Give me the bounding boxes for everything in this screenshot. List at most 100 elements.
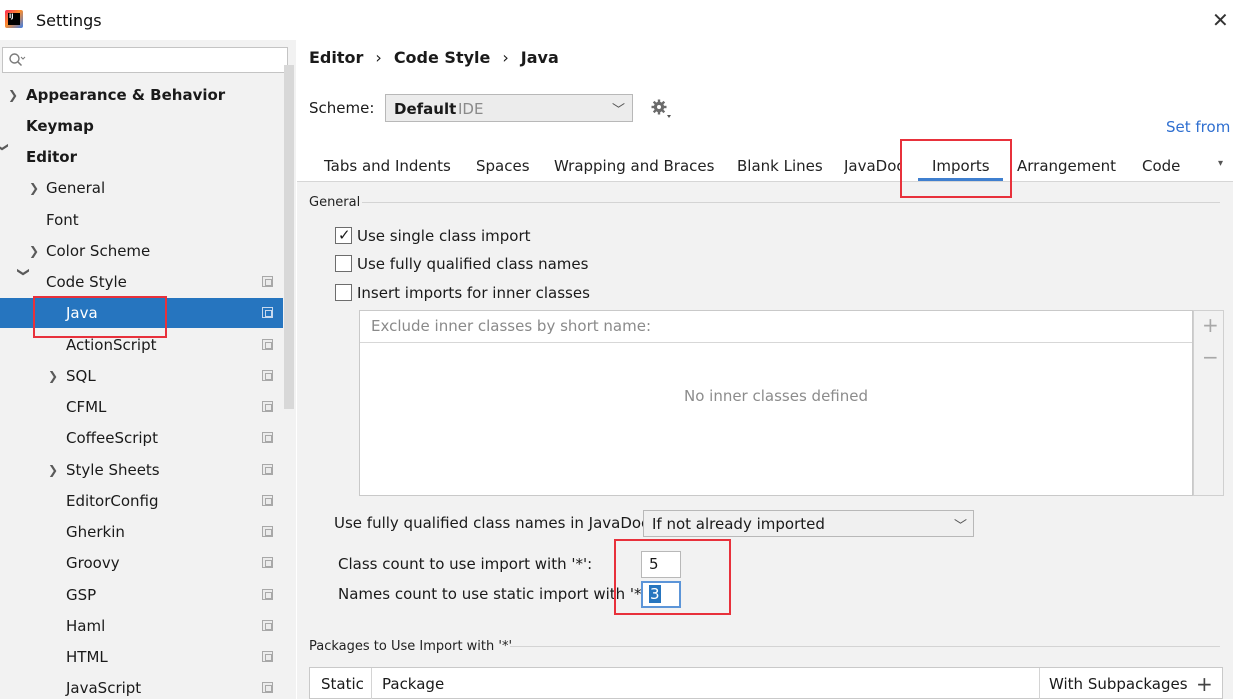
sidebar-item-label: CoffeeScript (66, 429, 158, 447)
app-logo-icon: IJ (5, 10, 23, 28)
names-count-label: Names count to use static import with '*… (338, 585, 651, 603)
project-scope-icon (262, 276, 273, 287)
chevron-right-icon: ❯ (8, 88, 19, 102)
sidebar-item-font[interactable]: Font (0, 205, 283, 235)
project-scope-icon (262, 651, 273, 662)
search-input[interactable] (2, 47, 288, 73)
sidebar-item-label: Style Sheets (66, 461, 160, 479)
project-scope-icon (262, 620, 273, 631)
checkbox-label: Use single class import (357, 227, 531, 245)
chevron-right-icon: ❯ (29, 181, 40, 195)
sidebar-item-editor[interactable]: ❯ Editor (0, 142, 283, 172)
project-scope-icon (262, 495, 273, 506)
exclude-list-header: Exclude inner classes by short name: (360, 311, 1192, 343)
sidebar-item-label: Color Scheme (46, 242, 151, 260)
sidebar-scrollbar[interactable] (284, 65, 294, 409)
checkbox-box[interactable] (335, 255, 352, 272)
chevron-down-icon: ﹀ (612, 103, 626, 118)
breadcrumb-item: Java (520, 48, 559, 67)
checkbox-box[interactable]: ✓ (335, 226, 352, 244)
remove-icon[interactable]: − (1202, 345, 1219, 369)
class-count-label: Class count to use import with '*': (338, 555, 593, 573)
breadcrumb-item[interactable]: Editor (309, 48, 363, 67)
sidebar-item-sql[interactable]: ❯ SQL (0, 361, 283, 391)
column-header-static[interactable]: Static (321, 675, 364, 693)
column-header-with-subpackages[interactable]: With Subpackages (1049, 675, 1188, 693)
sidebar-item-editorconfig[interactable]: EditorConfig (0, 486, 283, 516)
chevron-right-icon: ❯ (29, 244, 40, 258)
tabs-overflow-icon[interactable]: ▾ (1218, 158, 1223, 169)
project-scope-icon (262, 526, 273, 537)
sidebar-item-label: HTML (66, 648, 108, 666)
chevron-right-icon: ❯ (48, 463, 59, 477)
sidebar-item-label: Gherkin (66, 523, 125, 541)
checkbox-label: Insert imports for inner classes (357, 284, 590, 302)
sidebar-item-label: JavaScript (66, 679, 142, 697)
column-divider (1039, 668, 1040, 699)
sidebar-item-style-sheets[interactable]: ❯ Style Sheets (0, 455, 283, 485)
tab-code[interactable]: Code (1142, 157, 1180, 175)
sidebar-item-general[interactable]: ❯ General (0, 173, 283, 203)
checkbox-label: Use fully qualified class names (357, 255, 589, 273)
project-scope-icon (262, 432, 273, 443)
sidebar-item-label: Appearance & Behavior (26, 86, 226, 104)
sidebar-item-html[interactable]: HTML (0, 642, 283, 672)
exclude-inner-classes-list[interactable]: Exclude inner classes by short name: No … (359, 310, 1193, 496)
sidebar-item-label: Groovy (66, 554, 120, 572)
javadoc-label: Use fully qualified class names in JavaD… (334, 514, 655, 532)
general-section-title: General (309, 195, 361, 210)
highlight-box (33, 296, 167, 338)
breadcrumb-item[interactable]: Code Style (394, 48, 491, 67)
sidebar-item-appearance-behavior[interactable]: ❯ Appearance & Behavior (0, 80, 283, 110)
sidebar-item-gherkin[interactable]: Gherkin (0, 517, 283, 547)
checkbox-box[interactable] (335, 284, 352, 301)
scheme-type: IDE (458, 100, 484, 118)
sidebar-item-label: Keymap (26, 117, 94, 135)
window-title: Settings (36, 11, 102, 30)
scheme-label: Scheme: (309, 99, 375, 117)
sidebar-item-cfml[interactable]: CFML (0, 392, 283, 422)
sidebar-item-label: Haml (66, 617, 106, 635)
chevron-down-icon: ❯ (0, 142, 18, 152)
sidebar-item-label: SQL (66, 367, 96, 385)
sidebar-item-groovy[interactable]: Groovy (0, 548, 283, 578)
tab-wrapping-and-braces[interactable]: Wrapping and Braces (554, 157, 714, 175)
add-package-icon[interactable]: + (1196, 672, 1213, 696)
chevron-right-icon: ❯ (48, 369, 59, 383)
sidebar-item-gsp[interactable]: GSP (0, 580, 283, 610)
gear-icon[interactable] (650, 98, 672, 120)
javadoc-select-value: If not already imported (652, 515, 825, 533)
app-logo-text: IJ (8, 13, 20, 25)
scheme-select[interactable]: Default IDE ﹀ (385, 94, 633, 122)
javadoc-select[interactable]: If not already imported ﹀ (643, 510, 974, 537)
sidebar-item-haml[interactable]: Haml (0, 611, 283, 641)
sidebar-item-keymap[interactable]: Keymap (0, 111, 283, 141)
sidebar-item-label: CFML (66, 398, 107, 416)
sidebar-item-color-scheme[interactable]: ❯ Color Scheme (0, 236, 283, 266)
sidebar-item-code-style[interactable]: ❯ Code Style (0, 267, 283, 297)
project-scope-icon (262, 401, 273, 412)
sidebar-item-javascript[interactable]: JavaScript (0, 673, 283, 699)
title-bar (0, 0, 1233, 40)
project-scope-icon (262, 339, 273, 350)
add-icon[interactable]: + (1202, 313, 1219, 337)
breadcrumb-separator-icon: › (502, 48, 509, 67)
set-from-link[interactable]: Set from (1166, 118, 1230, 136)
sidebar-item-label: EditorConfig (66, 492, 159, 510)
tab-blank-lines[interactable]: Blank Lines (737, 157, 823, 175)
column-divider (371, 668, 372, 699)
sidebar-item-label: Font (46, 211, 79, 229)
sidebar-item-label: Code Style (46, 273, 127, 291)
tab-spaces[interactable]: Spaces (476, 157, 530, 175)
section-divider (510, 646, 1220, 647)
project-scope-icon (262, 682, 273, 693)
column-header-package[interactable]: Package (382, 675, 444, 693)
chevron-down-icon: ﹀ (954, 519, 968, 534)
packages-table[interactable]: Static Package With Subpackages (309, 667, 1223, 699)
close-icon[interactable]: ✕ (1212, 8, 1232, 32)
tab-tabs-and-indents[interactable]: Tabs and Indents (324, 157, 451, 175)
sidebar-item-coffeescript[interactable]: CoffeeScript (0, 423, 283, 453)
tab-javadoc[interactable]: JavaDoc (844, 157, 902, 175)
tab-arrangement[interactable]: Arrangement (1017, 157, 1116, 175)
highlight-box (900, 139, 1012, 198)
